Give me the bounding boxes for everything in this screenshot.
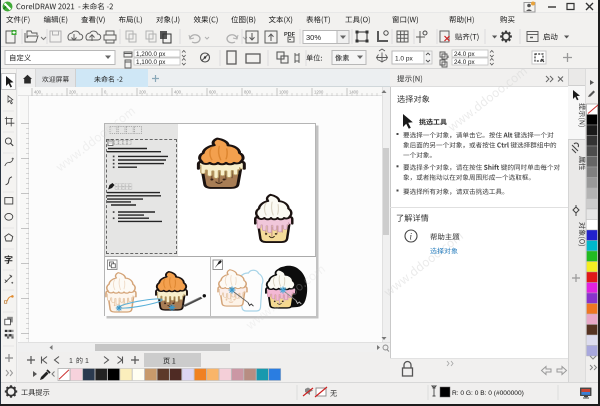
svg-text:1: 1: [69, 358, 73, 365]
svg-text:600: 600: [209, 90, 217, 95]
svg-text:24.0 px: 24.0 px: [454, 59, 476, 66]
svg-text:1000: 1000: [279, 90, 289, 95]
svg-text:1200: 1200: [314, 90, 324, 95]
svg-text:400: 400: [34, 90, 42, 95]
svg-text:x: x: [447, 54, 450, 59]
svg-text:1,200.0 px: 1,200.0 px: [136, 51, 166, 58]
svg-text:1400: 1400: [349, 90, 359, 95]
svg-text:1: 1: [85, 358, 89, 365]
svg-text:200: 200: [139, 90, 147, 95]
svg-text:R: 0 G: 0 B: 0 (#000000): R: 0 G: 0 B: 0 (#000000): [452, 390, 524, 397]
svg-text:400: 400: [174, 90, 182, 95]
svg-text:800: 800: [244, 90, 252, 95]
svg-text:1.0 px: 1.0 px: [395, 56, 413, 63]
svg-text:0: 0: [104, 90, 107, 95]
svg-text:i: i: [410, 232, 413, 242]
svg-text:200: 200: [69, 90, 77, 95]
svg-text:24.0 px: 24.0 px: [454, 51, 476, 58]
svg-text:1,100.0 px: 1,100.0 px: [136, 59, 166, 66]
svg-text:30%: 30%: [306, 33, 321, 42]
